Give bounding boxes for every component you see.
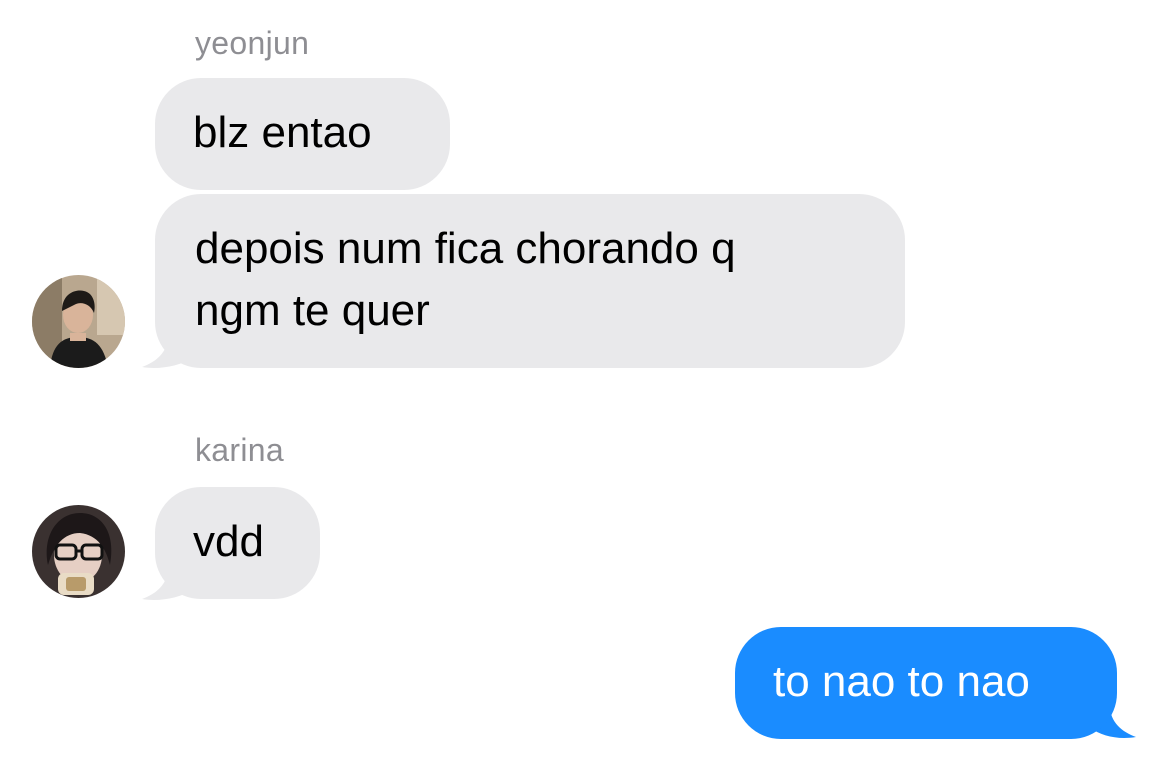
message-bubble-incoming[interactable]: blz entao bbox=[155, 78, 450, 190]
message-bubble-outgoing[interactable]: to nao to nao bbox=[735, 627, 1117, 739]
message-text: to nao to nao bbox=[773, 657, 1030, 706]
message-bubble-incoming[interactable]: depois num fica chorando q ngm te quer bbox=[155, 194, 905, 368]
avatar-karina[interactable] bbox=[32, 505, 125, 598]
message-bubble-incoming[interactable]: vdd bbox=[155, 487, 320, 599]
message-text-line: ngm te quer bbox=[195, 286, 430, 335]
message-text: blz entao bbox=[193, 108, 372, 157]
contact-photo-icon bbox=[32, 505, 125, 598]
conversation-view: { "colors": { "incoming_bubble": "#e9e9e… bbox=[0, 0, 1170, 770]
sender-name-karina: karina bbox=[195, 432, 284, 468]
contact-photo-icon bbox=[32, 275, 125, 368]
message-text: vdd bbox=[193, 517, 264, 566]
message-text-line: depois num fica chorando q bbox=[195, 224, 736, 273]
avatar-yeonjun[interactable] bbox=[32, 275, 125, 368]
sender-name-yeonjun: yeonjun bbox=[195, 25, 310, 61]
